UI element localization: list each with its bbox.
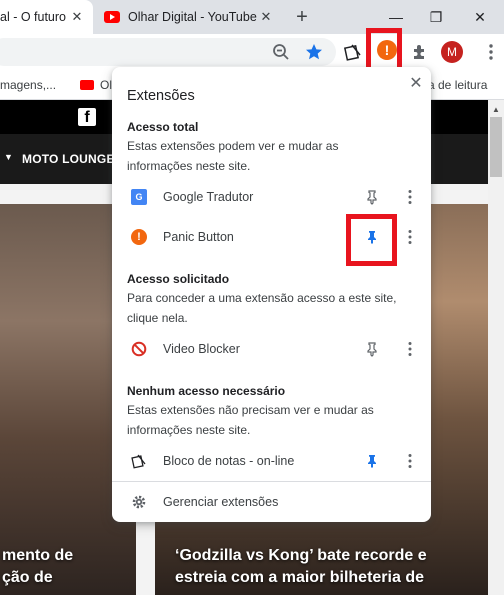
pin-icon[interactable]	[364, 341, 380, 357]
article-title-line: ‘Godzilla vs Kong’ bate recorde e	[175, 547, 427, 564]
extension-row-google-tradutor[interactable]: G Google Tradutor	[112, 179, 431, 215]
bookmark-item[interactable]: magens,...	[0, 78, 56, 92]
pin-icon-active[interactable]	[364, 453, 380, 469]
bookmark-label: magens,...	[0, 78, 57, 92]
tab-olhar-digital-site[interactable]: al - O futuro ✕	[0, 0, 93, 34]
page-scrollbar[interactable]: ▲	[488, 100, 504, 595]
notepad-extension-icon[interactable]	[343, 42, 363, 62]
gear-icon	[132, 495, 146, 509]
section-description: Estas extensões não precisam ver e mudar…	[127, 403, 374, 437]
extension-name: Bloco de notas - on-line	[163, 454, 295, 468]
extension-row-bloco-de-notas[interactable]: Bloco de notas - on-line	[112, 443, 431, 479]
more-options-icon[interactable]	[405, 189, 415, 205]
more-options-icon[interactable]	[405, 341, 415, 357]
youtube-icon	[80, 80, 94, 90]
new-tab-button[interactable]: +	[293, 7, 311, 27]
popup-title: Extensões	[127, 88, 195, 104]
video-blocker-icon	[131, 341, 147, 357]
nav-moto-lounge[interactable]: MOTO LOUNGE	[22, 152, 115, 166]
article-title: mento de ção de	[0, 545, 79, 589]
toolbar: ! M	[0, 34, 504, 70]
section-description: Para conceder a uma extensão acesso a es…	[127, 291, 397, 325]
scroll-thumb[interactable]	[490, 117, 502, 177]
divider	[112, 481, 431, 482]
close-icon[interactable]: ✕	[407, 75, 425, 93]
extensions-popup: Extensões ✕ Acesso total Estas extensões…	[112, 67, 431, 522]
extension-name: Google Tradutor	[163, 190, 254, 204]
article-title-line: estreia com a maior bilheteria de	[175, 569, 424, 586]
restore-button[interactable]: ❐	[426, 7, 446, 27]
tab-title: Olhar Digital - YouTube	[128, 10, 257, 24]
section-heading: Acesso solicitado	[127, 272, 230, 286]
extension-name: Panic Button	[163, 230, 234, 244]
manage-extensions-button[interactable]: Gerenciar extensões	[112, 489, 431, 515]
tab-title: al - O futuro	[0, 10, 66, 24]
scroll-up-icon[interactable]: ▲	[492, 105, 500, 114]
section-heading: Acesso total	[127, 120, 199, 134]
tab-strip: al - O futuro ✕ Olhar Digital - YouTube …	[0, 0, 504, 34]
close-tab-icon[interactable]: ✕	[69, 9, 85, 25]
article-title: ‘Godzilla vs Kong’ bate recorde e estrei…	[169, 545, 488, 589]
extension-name: Video Blocker	[163, 342, 240, 356]
section-description: Estas extensões podem ver e mudar as inf…	[127, 139, 339, 173]
bookmark-label: Ol	[100, 78, 112, 92]
manage-extensions-label: Gerenciar extensões	[163, 495, 279, 509]
highlight-pin	[346, 214, 397, 266]
tab-youtube[interactable]: Olhar Digital - YouTube ✕	[96, 0, 282, 34]
extension-row-video-blocker[interactable]: Video Blocker	[112, 331, 431, 367]
minimize-button[interactable]: —	[386, 7, 406, 27]
profile-avatar[interactable]: M	[441, 41, 463, 63]
reading-list-button[interactable]: a de leitura	[428, 78, 487, 92]
facebook-icon[interactable]: f	[78, 108, 96, 126]
bookmark-item[interactable]: Ol	[80, 78, 112, 92]
article-title-line: mento de	[2, 547, 74, 564]
youtube-icon	[104, 11, 120, 23]
chevron-down-icon: ▼	[4, 152, 13, 162]
bookmark-star-icon[interactable]	[304, 42, 324, 62]
extensions-puzzle-icon[interactable]	[410, 42, 430, 62]
more-options-icon[interactable]	[405, 453, 415, 469]
close-window-button[interactable]: ✕	[470, 7, 490, 27]
article-title-line: ção de	[2, 569, 53, 586]
section-heading: Nenhum acesso necessário	[127, 384, 286, 398]
more-options-icon[interactable]	[405, 229, 415, 245]
close-tab-icon[interactable]: ✕	[258, 9, 274, 25]
google-translate-icon: G	[131, 189, 147, 205]
browser-menu-icon[interactable]	[481, 42, 501, 62]
panic-button-icon: !	[131, 229, 147, 245]
pin-icon[interactable]	[364, 189, 380, 205]
notepad-icon	[131, 454, 146, 469]
bookmark-label: a de leitura	[428, 78, 488, 92]
zoom-out-icon[interactable]	[271, 42, 291, 62]
